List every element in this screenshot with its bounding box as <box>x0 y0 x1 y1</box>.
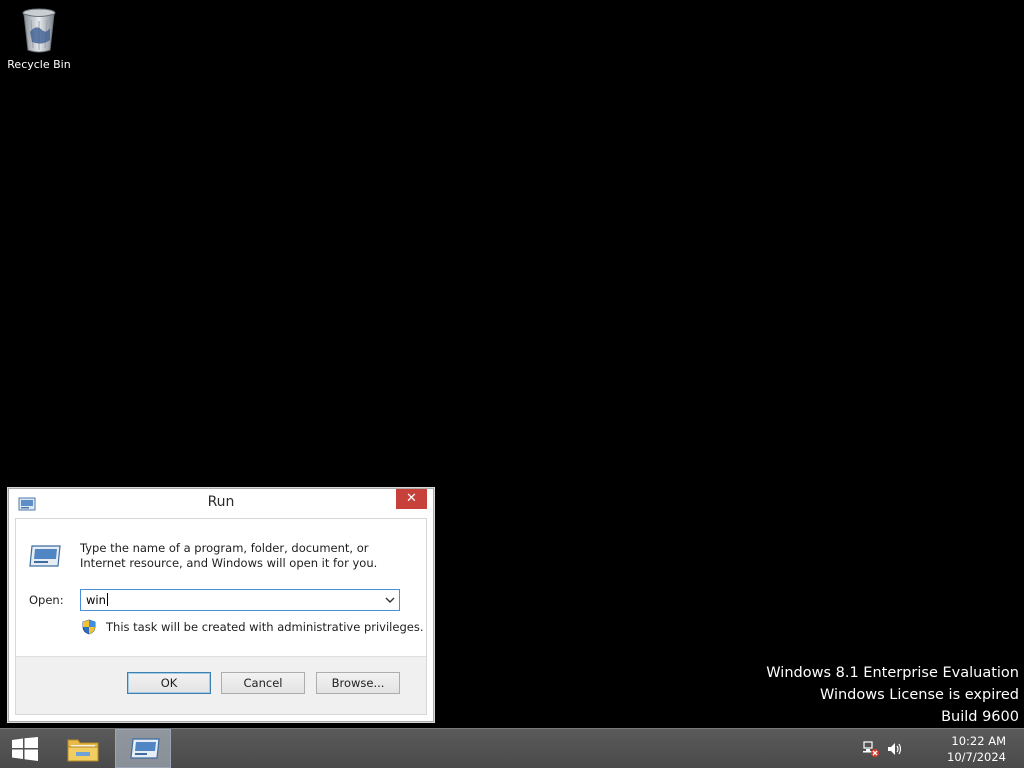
open-input[interactable]: win <box>86 593 108 607</box>
run-program-icon <box>29 545 61 567</box>
dialog-button-bar: OK Cancel Browse... <box>16 656 426 714</box>
taskbar-clock[interactable]: 10:22 AM 10/7/2024 <box>947 733 1006 765</box>
desktop-icon-recycle-bin[interactable]: Recycle Bin <box>4 6 74 71</box>
network-disconnected-icon[interactable] <box>862 741 880 757</box>
clock-time: 10:22 AM <box>951 734 1006 748</box>
open-combobox[interactable]: win <box>80 589 400 611</box>
dialog-title: Run <box>207 494 235 510</box>
start-button[interactable] <box>0 729 50 768</box>
recycle-bin-icon <box>22 8 56 53</box>
volume-icon[interactable] <box>886 741 904 757</box>
open-label: Open: <box>29 593 64 607</box>
uac-shield-icon <box>82 619 96 635</box>
desktop-icon-label: Recycle Bin <box>7 58 71 71</box>
watermark-build: Build 9600 <box>941 709 1019 725</box>
watermark-license-status: Windows License is expired <box>819 687 1019 703</box>
license-watermark: Windows 8.1 Enterprise Evaluation Window… <box>766 662 1019 728</box>
taskbar-run[interactable] <box>115 729 171 768</box>
open-input-value: win <box>86 593 106 607</box>
taskbar-file-explorer[interactable] <box>54 729 110 768</box>
cancel-button[interactable]: Cancel <box>221 672 305 694</box>
dialog-description: Type the name of a program, folder, docu… <box>80 541 378 570</box>
dialog-titlebar[interactable]: Run ✕ <box>9 489 433 517</box>
chevron-down-icon[interactable] <box>384 593 396 607</box>
taskbar: 10:22 AM 10/7/2024 <box>0 728 1024 768</box>
close-icon: ✕ <box>406 491 417 506</box>
admin-privileges-note: This task will be created with administr… <box>106 620 424 634</box>
ok-button[interactable]: OK <box>127 672 211 694</box>
dialog-body: Type the name of a program, folder, docu… <box>15 518 427 715</box>
windows-logo-icon <box>12 737 38 761</box>
run-dialog: Run ✕ Type the name of a program, folder… <box>8 488 434 722</box>
run-icon <box>130 738 160 759</box>
clock-date: 10/7/2024 <box>947 750 1006 764</box>
folder-icon <box>67 739 99 762</box>
watermark-edition: Windows 8.1 Enterprise Evaluation <box>766 665 1019 681</box>
desktop: Recycle Bin Windows 8.1 Enterprise Evalu… <box>0 0 1024 728</box>
browse-button[interactable]: Browse... <box>316 672 400 694</box>
text-cursor <box>106 593 108 606</box>
close-button[interactable]: ✕ <box>396 489 427 509</box>
